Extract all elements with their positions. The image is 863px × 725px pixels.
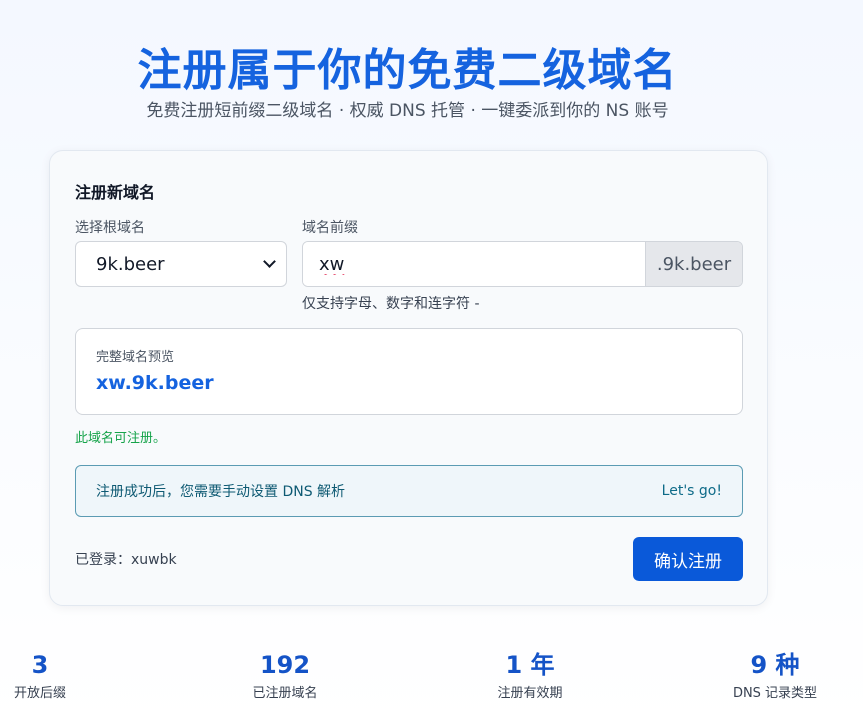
root-domain-select[interactable]: 9k.beer xyxy=(75,241,287,287)
logged-in-user: 已登录：xuwbk xyxy=(75,552,177,568)
stat-value: 9 种 xyxy=(750,651,800,679)
stat-label: DNS 记录类型 xyxy=(732,686,818,701)
lets-go-link[interactable]: Let's go! xyxy=(662,483,722,499)
domain-suffix: .9k.beer xyxy=(645,242,742,286)
prefix-hint: 仅支持字母、数字和连字符 - xyxy=(302,296,480,312)
register-card: 注册新域名 选择根域名 9k.beer 域名前缀 .9k.beer 仅支持字母、… xyxy=(49,150,768,606)
root-domain-selected: 9k.beer xyxy=(96,253,165,275)
card-title: 注册新域名 xyxy=(75,183,156,202)
dns-info-banner: 注册成功后，您需要手动设置 DNS 解析 Let's go! xyxy=(75,465,743,517)
stat-value: 192 xyxy=(259,651,311,679)
stat-open-suffixes: 3 开放后缀 xyxy=(0,650,115,701)
root-domain-label: 选择根域名 xyxy=(75,220,145,236)
domain-preview: 完整域名预览 xw.9k.beer xyxy=(75,328,743,415)
page-subtitle: 免费注册短前缀二级域名 · 权威 DNS 托管 · 一键委派到你的 NS 账号 xyxy=(146,101,669,121)
stat-label: 开放后缀 xyxy=(13,686,66,701)
stat-dns-record-types: 9 种 DNS 记录类型 xyxy=(700,650,850,701)
prefix-input[interactable] xyxy=(303,242,645,286)
prefix-label: 域名前缀 xyxy=(302,220,358,236)
confirm-register-button[interactable]: 确认注册 xyxy=(633,537,743,581)
prefix-input-group: .9k.beer xyxy=(302,241,743,287)
dns-info-text: 注册成功后，您需要手动设置 DNS 解析 xyxy=(96,484,346,500)
chevron-down-icon xyxy=(263,255,276,268)
page-title: 注册属于你的免费二级域名 xyxy=(137,45,678,96)
stat-label: 注册有效期 xyxy=(497,686,563,701)
stat-label: 已注册域名 xyxy=(252,686,318,701)
stat-validity: 1 年 注册有效期 xyxy=(455,650,605,701)
stat-value: 3 xyxy=(31,651,49,679)
preview-value: xw.9k.beer xyxy=(96,372,214,394)
stat-value: 1 年 xyxy=(505,651,555,679)
availability-status: 此域名可注册。 xyxy=(75,431,167,446)
stat-registered-domains: 192 已注册域名 xyxy=(210,650,360,701)
preview-label: 完整域名预览 xyxy=(96,350,175,365)
